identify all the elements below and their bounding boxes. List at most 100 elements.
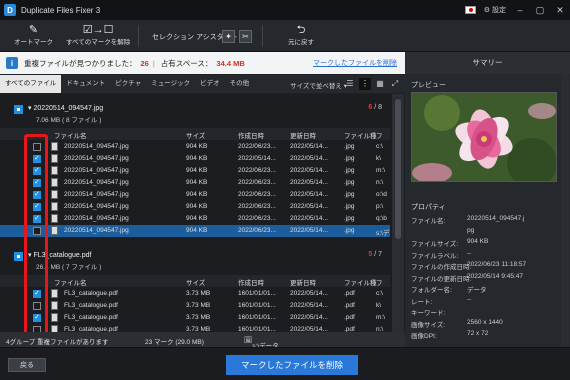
tab-documents[interactable]: ドキュメント (61, 75, 110, 93)
status-path: 🖼 s:\データ\20220514_094547.jpg (244, 336, 319, 357)
table-row[interactable]: FL3_catalogue.pdf3.73 MB1601/01/01...202… (0, 288, 390, 300)
table-row[interactable]: FL3_catalogue.pdf3.73 MB1601/01/01...202… (0, 324, 390, 332)
table-row[interactable]: 20220514_094547.jpg 904 KB 2022/06/23... 20… (0, 189, 390, 201)
col-modified[interactable]: 更新日時 (290, 277, 316, 287)
cell-folder: k\ (376, 302, 382, 309)
cell-folder: s:\デ (376, 230, 390, 237)
list-scrollbar[interactable] (392, 94, 404, 332)
status-bar: 4グループ 重複ファイルがあります 23 マーク (29.0 MB) 🖼 s:\… (0, 332, 405, 357)
col-size[interactable]: サイズ (186, 277, 205, 287)
tab-all-files[interactable]: すべてのファイル (0, 75, 62, 93)
file-icon (51, 154, 58, 163)
property-key: ファイルラベル: (411, 252, 459, 260)
col-modified[interactable]: 更新日時 (290, 130, 316, 140)
detail-view-icon[interactable]: ⋮ (359, 78, 371, 90)
status-groups: 4グループ 重複ファイルがあります (6, 339, 109, 346)
file-icon (51, 202, 58, 211)
col-created[interactable]: 作成日時 (238, 130, 264, 140)
cell-created: 2022/06/23... (238, 227, 276, 234)
cell-type: .jpg (344, 215, 355, 222)
info-icon: i (6, 57, 18, 69)
duplicates-found-label: 重複ファイルが見つかりました： (24, 58, 137, 68)
close-icon[interactable]: ✕ (554, 5, 566, 16)
table-row[interactable]: 20220514_094547.jpg 904 KB 2022/05/14... 20… (0, 153, 390, 165)
sort-dropdown[interactable]: サイズで並べ替え ▾ (290, 80, 347, 90)
group-size: 7.06 MB ( 8 ファイル ) (36, 117, 102, 124)
property-key: ファイルサイズ: (411, 241, 459, 248)
table-row[interactable]: 20220514_094547.jpg 904 KB 2022/06/23... 20… (0, 201, 390, 213)
property-key: ファイルの作成日時: (411, 264, 472, 271)
expand-icon[interactable]: ⤢ (389, 78, 401, 90)
col-size[interactable]: サイズ (186, 130, 205, 140)
table-row[interactable]: 20220514_094547.jpg 904 KB 2022/06/23... 20… (0, 141, 390, 153)
cell-folder: n:\ (376, 179, 384, 186)
cell-filename: FL3_catalogue.pdf (64, 290, 118, 297)
col-filename[interactable]: ファイル名 (54, 130, 87, 140)
table-row[interactable]: 20220514_094547.jpg 904 KB 2022/06/23... 20… (0, 177, 390, 189)
bottom-bar: 戻る マークしたファイルを削除 (0, 347, 570, 380)
unmark-all-button[interactable]: ☑→☐ すべてのマークを解除 (66, 24, 130, 46)
col-folder[interactable]: フ (376, 277, 383, 287)
table-row[interactable]: FL3_catalogue.pdf3.73 MB1601/01/01...202… (0, 312, 390, 324)
minimize-icon[interactable]: – (514, 5, 526, 15)
cell-folder: m:\ (376, 167, 386, 174)
cell-created: 2022/05/14... (238, 155, 276, 162)
language-flag-icon[interactable] (464, 6, 476, 14)
cell-filename: 20220514_094547.jpg (64, 167, 129, 174)
cell-size: 904 KB (186, 179, 208, 186)
group-checkbox[interactable] (14, 252, 23, 261)
cell-filename: 20220514_094547.jpg (64, 143, 129, 150)
undo-button[interactable]: ⮌ 元に戻す (288, 24, 314, 46)
property-value: pg (467, 226, 475, 234)
scrollbar-thumb[interactable] (395, 99, 401, 239)
file-icon (51, 166, 58, 175)
cell-folder: c:\ (376, 143, 383, 150)
file-icon (51, 313, 58, 322)
group-checkbox[interactable] (14, 105, 23, 114)
tab-music[interactable]: ミュージック (146, 75, 195, 93)
col-created[interactable]: 作成日時 (238, 277, 264, 287)
delete-marked-button[interactable]: マークしたファイルを削除 (226, 355, 358, 375)
unmark-all-label: すべてのマークを解除 (66, 39, 131, 46)
table-row[interactable]: 20220514_094547.jpg 904 KB 2022/06/23... 20… (0, 213, 390, 225)
selection-wand-icon[interactable]: ✦ (222, 30, 235, 43)
automark-button[interactable]: ✎ オートマーク (14, 24, 53, 46)
duplicates-count: 26 (140, 58, 149, 68)
cell-created: 2022/06/23... (238, 215, 276, 222)
col-type[interactable]: ファイル種 (344, 130, 377, 140)
cell-filename: 20220514_094547.jpg (64, 179, 129, 186)
col-filename[interactable]: ファイル名 (54, 277, 87, 287)
maximize-icon[interactable]: ▢ (534, 5, 546, 16)
table-row[interactable]: 20220514_094547.jpg 904 KB 2022/06/23... 20… (0, 165, 390, 177)
cell-created: 1601/01/01... (238, 290, 276, 297)
selection-tools-icon[interactable]: ✂ (239, 30, 252, 43)
delete-marked-link[interactable]: マークしたファイルを削除 (313, 58, 397, 68)
cell-filename: 20220514_094547.jpg (64, 191, 129, 198)
col-folder[interactable]: フ (376, 130, 383, 140)
group-header[interactable]: ▾ FL3_catalogue.pdf 26.1 MB ( 7 ファイル ) 5… (0, 246, 390, 272)
grid-view-icon[interactable]: ▦ (374, 78, 386, 90)
file-icon (51, 289, 58, 298)
group-name-text: 20220514_094547.jpg (33, 105, 104, 112)
property-key: ファイル名: (411, 218, 446, 225)
settings-button[interactable]: ⚙ 設定 (484, 5, 506, 15)
cell-created: 1601/01/01... (238, 314, 276, 321)
back-button[interactable]: 戻る (8, 358, 46, 372)
summary-scrollbar[interactable] (561, 74, 569, 347)
tab-others[interactable]: その他 (225, 75, 255, 93)
table-row[interactable]: 20220514_094547.jpg 904 KB 2022/06/23... 20… (0, 225, 390, 237)
tab-videos[interactable]: ビデオ (195, 75, 225, 93)
toolbar-divider (138, 25, 139, 47)
table-row[interactable]: FL3_catalogue.pdf3.73 MB1601/01/01...202… (0, 300, 390, 312)
group-header[interactable]: ▾ 20220514_094547.jpg 7.06 MB ( 8 ファイル )… (0, 99, 390, 125)
col-type[interactable]: ファイル種 (344, 277, 377, 287)
cell-created: 1601/01/01... (238, 302, 276, 309)
checkbox-highlight-annotation (24, 134, 48, 340)
list-view-icon[interactable]: ☰ (344, 78, 356, 90)
settings-label: 設定 (492, 7, 506, 14)
property-key: フォルダー名: (411, 287, 452, 294)
tab-pictures[interactable]: ピクチャ (110, 75, 146, 93)
property-value: 20220514_094547.j (467, 215, 525, 222)
cell-type: .jpg (344, 155, 355, 162)
cell-type: .jpg (344, 167, 355, 174)
